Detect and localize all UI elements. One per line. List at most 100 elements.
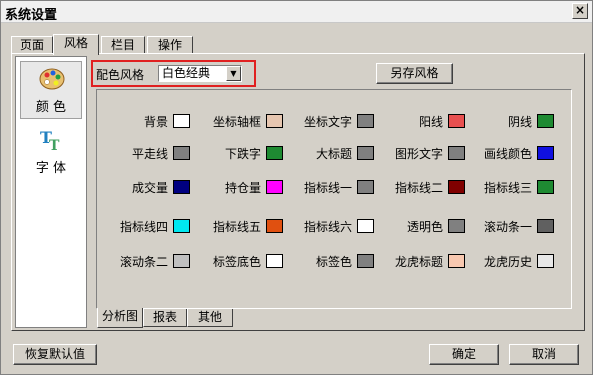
svg-text:T: T [49,138,60,153]
save-style-button[interactable]: 另存风格 [376,63,453,84]
scheme-select[interactable]: 白色经典 ▼ [158,65,242,82]
color-swatch[interactable] [448,146,465,160]
color-item[interactable]: 坐标轴框 [190,114,283,130]
color-item[interactable]: 持仓量 [190,180,283,196]
color-label: 画线颜色 [483,147,532,161]
color-item[interactable]: 标签色 [283,254,374,270]
color-item[interactable]: 平走线 [97,146,190,162]
color-label: 持仓量 [224,181,261,195]
subtab-report[interactable]: 报表 [143,309,187,327]
color-swatch[interactable] [357,254,374,268]
color-swatch[interactable] [537,180,554,194]
subtab-other[interactable]: 其他 [187,309,233,327]
color-item[interactable]: 指标线五 [190,219,283,235]
color-label: 指标线三 [483,181,532,195]
color-label: 成交量 [131,181,168,195]
color-swatch[interactable] [357,146,374,160]
color-item[interactable]: 透明色 [374,219,465,235]
color-label: 阴线 [507,115,532,129]
color-label: 指标线一 [303,181,352,195]
ok-button[interactable]: 确定 [429,344,499,365]
color-swatch[interactable] [266,254,283,268]
color-item[interactable]: 指标线三 [465,180,554,196]
color-item[interactable]: 坐标文字 [283,114,374,130]
color-item[interactable]: 下跌字 [190,146,283,162]
color-swatch[interactable] [173,219,190,233]
category-color[interactable]: 颜 色 [20,61,82,119]
color-item[interactable]: 阴线 [465,114,554,130]
color-label: 指标线五 [212,220,261,234]
color-label: 滚动条一 [483,220,532,234]
color-item[interactable]: 大标题 [283,146,374,162]
color-label: 坐标文字 [303,115,352,129]
color-label: 标签底色 [212,255,261,269]
color-swatch[interactable] [448,219,465,233]
color-swatch[interactable] [266,146,283,160]
color-item[interactable]: 图形文字 [374,146,465,162]
color-swatch[interactable] [173,146,190,160]
color-swatch[interactable] [537,219,554,233]
color-swatch[interactable] [448,180,465,194]
color-item[interactable]: 指标线二 [374,180,465,196]
color-swatch[interactable] [266,219,283,233]
subtab-analysis[interactable]: 分析图 [97,308,143,328]
color-item[interactable]: 指标线四 [97,219,190,235]
chevron-down-icon[interactable]: ▼ [226,66,241,81]
color-label: 背景 [143,115,168,129]
color-item[interactable]: 成交量 [97,180,190,196]
color-swatch[interactable] [537,254,554,268]
palette-icon [39,68,65,90]
color-swatch[interactable] [448,254,465,268]
color-item[interactable]: 龙虎标题 [374,254,465,270]
color-label: 下跌字 [224,147,261,161]
scheme-value: 白色经典 [162,66,211,80]
category-label: 颜 色 [35,100,67,115]
color-label: 平走线 [131,147,168,161]
window-title: 系统设置 [5,8,58,23]
color-label: 龙虎历史 [483,255,532,269]
color-swatch[interactable] [173,180,190,194]
color-label: 滚动条二 [119,255,168,269]
color-label: 标签色 [315,255,352,269]
cancel-button[interactable]: 取消 [509,344,579,365]
color-label: 阳线 [418,115,443,129]
color-swatch[interactable] [173,114,190,128]
color-swatch[interactable] [448,114,465,128]
reset-defaults-button[interactable]: 恢复默认值 [13,344,97,365]
color-label: 透明色 [406,220,443,234]
color-swatch[interactable] [266,114,283,128]
color-item[interactable]: 龙虎历史 [465,254,554,270]
color-swatch[interactable] [357,180,374,194]
color-label: 指标线四 [119,220,168,234]
category-label: 字 体 [35,161,67,176]
color-item[interactable]: 阳线 [374,114,465,130]
color-grid: 背景 坐标轴框 坐标文字 阳线 阴线 平走线 下跌字 大标题 图形文字 画线颜色… [96,89,572,309]
color-item[interactable]: 指标线一 [283,180,374,196]
color-label: 坐标轴框 [212,115,261,129]
color-item[interactable]: 指标线六 [283,219,374,235]
color-label: 图形文字 [394,147,443,161]
color-swatch[interactable] [537,146,554,160]
tab-style[interactable]: 风格 [53,34,99,55]
font-icon: T T [40,128,60,153]
color-label: 指标线六 [303,220,352,234]
color-item[interactable]: 滚动条二 [97,254,190,270]
close-button[interactable]: × [572,3,588,19]
category-list: 颜 色 T T 字 体 [15,56,87,328]
color-item[interactable]: 标签底色 [190,254,283,270]
settings-dialog: 系统设置 × 页面 风格 栏目 操作 颜 色 T T 字 体 配色风格 白色经典… [0,0,593,375]
color-item[interactable]: 背景 [97,114,190,130]
category-font[interactable]: T T 字 体 [20,123,82,181]
color-label: 大标题 [315,147,352,161]
color-item[interactable]: 滚动条一 [465,219,554,235]
color-swatch[interactable] [266,180,283,194]
color-swatch[interactable] [357,114,374,128]
color-swatch[interactable] [357,219,374,233]
color-label: 指标线二 [394,181,443,195]
color-item[interactable]: 画线颜色 [465,146,554,162]
color-swatch[interactable] [537,114,554,128]
color-label: 龙虎标题 [394,255,443,269]
title-bar: 系统设置 × [1,1,592,23]
scheme-label: 配色风格 [96,68,145,82]
color-swatch[interactable] [173,254,190,268]
